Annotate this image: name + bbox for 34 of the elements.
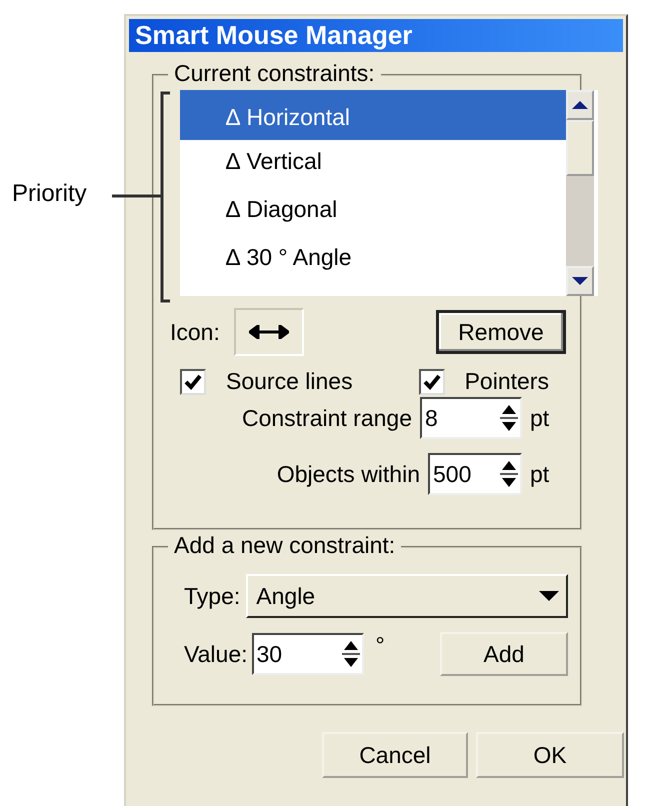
remove-button[interactable]: Remove bbox=[436, 310, 566, 354]
spinner-label: Constraint range bbox=[242, 404, 412, 432]
number-field[interactable]: 8 bbox=[420, 397, 522, 439]
priority-label: Priority bbox=[12, 180, 87, 208]
number-field[interactable]: 30 bbox=[252, 633, 364, 675]
cancel-button[interactable]: Cancel bbox=[322, 732, 468, 778]
checkbox[interactable] bbox=[418, 368, 445, 394]
checkbox-label: Source lines bbox=[226, 368, 353, 395]
up-arrow-icon[interactable] bbox=[571, 100, 589, 110]
unit-label: ° bbox=[376, 632, 385, 659]
number-field[interactable]: 500 bbox=[428, 453, 522, 495]
type-dropdown[interactable]: Angle bbox=[246, 574, 568, 618]
window-title: Smart Mouse Manager bbox=[129, 19, 623, 52]
type-label: Type: bbox=[184, 582, 240, 610]
checkbox[interactable] bbox=[180, 368, 206, 394]
value-label: Value: bbox=[184, 640, 248, 668]
unit-label: pt bbox=[530, 460, 550, 488]
scroll-down-button[interactable] bbox=[566, 266, 594, 296]
icon-label: Icon: bbox=[170, 318, 220, 346]
down-arrow-icon[interactable] bbox=[571, 276, 589, 286]
constraint-item[interactable]: ∆ 30 ° Angle bbox=[180, 236, 566, 284]
scrollbar[interactable] bbox=[566, 90, 598, 296]
spinner-label: Objects within bbox=[276, 460, 420, 488]
constraint-item[interactable]: ∆ Diagonal bbox=[180, 188, 566, 236]
add-button[interactable]: Add bbox=[440, 632, 568, 676]
ok-button[interactable]: OK bbox=[476, 732, 624, 778]
dropdown-caret-icon[interactable] bbox=[538, 590, 560, 602]
constraint-item[interactable]: ∆ Horizontal bbox=[180, 90, 566, 140]
constraint-item[interactable]: ∆ Vertical bbox=[180, 140, 566, 188]
scroll-up-button[interactable] bbox=[566, 90, 594, 120]
scroll-thumb[interactable] bbox=[566, 120, 594, 176]
unit-label: pt bbox=[530, 404, 550, 432]
checkbox-label: Pointers bbox=[464, 368, 549, 395]
double-arrow-icon bbox=[248, 325, 289, 339]
